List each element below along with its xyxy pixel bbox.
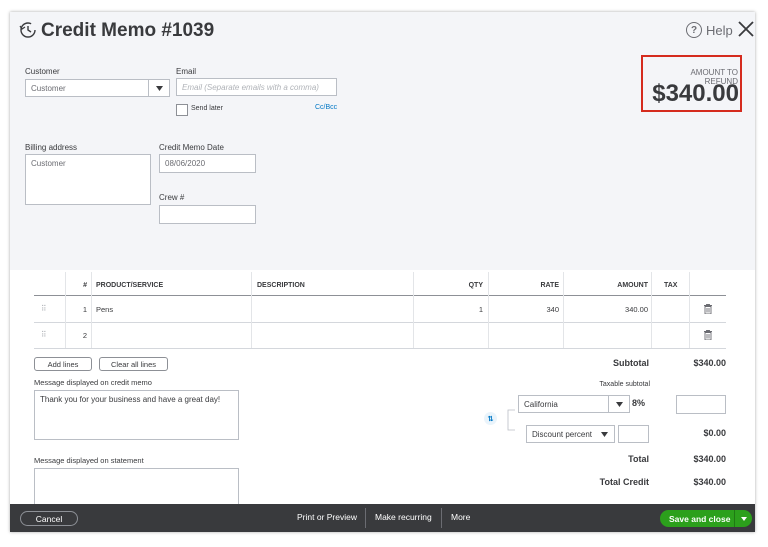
row-rate[interactable]: 340 bbox=[525, 305, 559, 314]
col-divider bbox=[651, 272, 652, 348]
save-and-close-label: Save and close bbox=[669, 513, 731, 524]
col-divider bbox=[488, 272, 489, 348]
memo-date-value: 08/06/2020 bbox=[165, 159, 206, 168]
help-label: Help bbox=[706, 22, 733, 38]
row-amount[interactable]: 340.00 bbox=[600, 305, 648, 314]
memo-date-input[interactable]: 08/06/2020 bbox=[159, 154, 256, 173]
col-divider bbox=[413, 272, 414, 348]
total-value: $340.00 bbox=[693, 454, 726, 464]
col-num-header: # bbox=[83, 282, 87, 289]
table-header-rule bbox=[34, 295, 726, 296]
row-number: 2 bbox=[82, 331, 87, 340]
total-credit-value: $340.00 bbox=[693, 477, 726, 487]
col-divider bbox=[563, 272, 564, 348]
row-divider bbox=[34, 348, 726, 349]
billing-address-label: Billing address bbox=[25, 143, 78, 152]
row-number: 1 bbox=[82, 305, 87, 314]
app-frame: Credit Memo #1039 ? Help Customer Custom… bbox=[0, 0, 768, 547]
col-divider bbox=[65, 272, 66, 348]
subtotal-label: Subtotal bbox=[613, 358, 649, 368]
clear-all-lines-button[interactable]: Clear all lines bbox=[99, 357, 168, 371]
taxable-subtotal-label: Taxable subtotal bbox=[599, 381, 650, 388]
col-divider bbox=[91, 272, 92, 348]
trash-icon[interactable] bbox=[704, 304, 712, 314]
row-qty[interactable]: 1 bbox=[450, 305, 483, 314]
email-label: Email bbox=[176, 67, 197, 76]
footer-bar: Cancel Print or Preview Make recurring M… bbox=[10, 504, 755, 532]
save-and-close-button[interactable]: Save and close bbox=[660, 510, 752, 527]
customer-select[interactable]: Customer bbox=[25, 79, 170, 97]
add-lines-button[interactable]: Add lines bbox=[34, 357, 92, 371]
col-description-header: DESCRIPTION bbox=[257, 282, 305, 289]
discount-value: $0.00 bbox=[703, 428, 726, 438]
footer-divider bbox=[365, 508, 366, 528]
tax-region-value: California bbox=[524, 400, 558, 409]
tax-region-select[interactable]: California bbox=[518, 395, 630, 413]
top-strip bbox=[0, 0, 768, 12]
col-qty-header: QTY bbox=[468, 282, 483, 289]
help-button[interactable]: ? Help bbox=[686, 22, 733, 38]
customer-value: Customer bbox=[31, 84, 66, 93]
crew-label: Crew # bbox=[159, 193, 185, 202]
memo-message-label: Message displayed on credit memo bbox=[34, 378, 152, 387]
row-product[interactable]: Pens bbox=[96, 305, 113, 314]
billing-address-value: Customer bbox=[31, 159, 66, 168]
email-input[interactable]: Email (Separate emails with a comma) bbox=[176, 78, 337, 96]
trash-icon[interactable] bbox=[704, 330, 712, 340]
tax-amount-input[interactable] bbox=[676, 395, 726, 414]
memo-message-input[interactable]: Thank you for your business and have a g… bbox=[34, 390, 239, 440]
col-tax-header: TAX bbox=[664, 282, 678, 289]
memo-date-label: Credit Memo Date bbox=[159, 143, 224, 152]
footer-divider bbox=[441, 508, 442, 528]
cc-bcc-link[interactable]: Cc/Bcc bbox=[315, 104, 337, 111]
customer-label: Customer bbox=[25, 67, 60, 76]
col-product-header: PRODUCT/SERVICE bbox=[96, 282, 164, 289]
drag-handle-icon[interactable]: ⠿ bbox=[41, 304, 47, 313]
chevron-down-icon[interactable] bbox=[734, 510, 752, 527]
page-title: Credit Memo #1039 bbox=[41, 20, 215, 41]
col-divider bbox=[251, 272, 252, 348]
col-amount-header: AMOUNT bbox=[617, 282, 648, 289]
discount-percent-input[interactable] bbox=[618, 425, 649, 443]
swap-order-icon[interactable]: ⇅ bbox=[484, 412, 497, 425]
crew-input[interactable] bbox=[159, 205, 256, 224]
send-later-label: Send later bbox=[191, 105, 223, 112]
refund-amount: $340.00 bbox=[652, 80, 739, 107]
header-panel: Credit Memo #1039 ? Help Customer Custom… bbox=[10, 12, 755, 270]
credit-memo-window: Credit Memo #1039 ? Help Customer Custom… bbox=[10, 12, 755, 532]
statement-message-input[interactable] bbox=[34, 468, 239, 508]
memo-message-value: Thank you for your business and have a g… bbox=[40, 395, 221, 404]
send-later-checkbox[interactable] bbox=[176, 104, 188, 116]
make-recurring-button[interactable]: Make recurring bbox=[375, 512, 432, 522]
close-icon[interactable] bbox=[737, 20, 755, 38]
chevron-down-icon bbox=[594, 426, 614, 442]
email-placeholder: Email (Separate emails with a comma) bbox=[182, 83, 319, 92]
tax-rate-value: 8% bbox=[632, 398, 646, 408]
history-icon[interactable] bbox=[19, 21, 37, 39]
row-divider bbox=[34, 322, 726, 323]
drag-handle-icon[interactable]: ⠿ bbox=[41, 330, 47, 339]
chevron-down-icon bbox=[608, 396, 629, 412]
discount-type-value: Discount percent bbox=[532, 430, 593, 439]
chevron-down-icon bbox=[148, 80, 169, 96]
print-preview-button[interactable]: Print or Preview bbox=[297, 512, 357, 522]
subtotal-value: $340.00 bbox=[693, 358, 726, 368]
line-items-section: # PRODUCT/SERVICE DESCRIPTION QTY RATE A… bbox=[10, 270, 755, 532]
discount-type-select[interactable]: Discount percent bbox=[526, 425, 615, 443]
help-icon: ? bbox=[686, 22, 702, 38]
billing-address-input[interactable]: Customer bbox=[25, 154, 151, 205]
statement-message-label: Message displayed on statement bbox=[34, 456, 144, 465]
col-rate-header: RATE bbox=[540, 282, 559, 289]
cancel-button[interactable]: Cancel bbox=[20, 511, 78, 526]
more-button[interactable]: More bbox=[451, 512, 470, 522]
col-divider bbox=[689, 272, 690, 348]
total-credit-label: Total Credit bbox=[599, 477, 649, 487]
total-label: Total bbox=[628, 454, 649, 464]
